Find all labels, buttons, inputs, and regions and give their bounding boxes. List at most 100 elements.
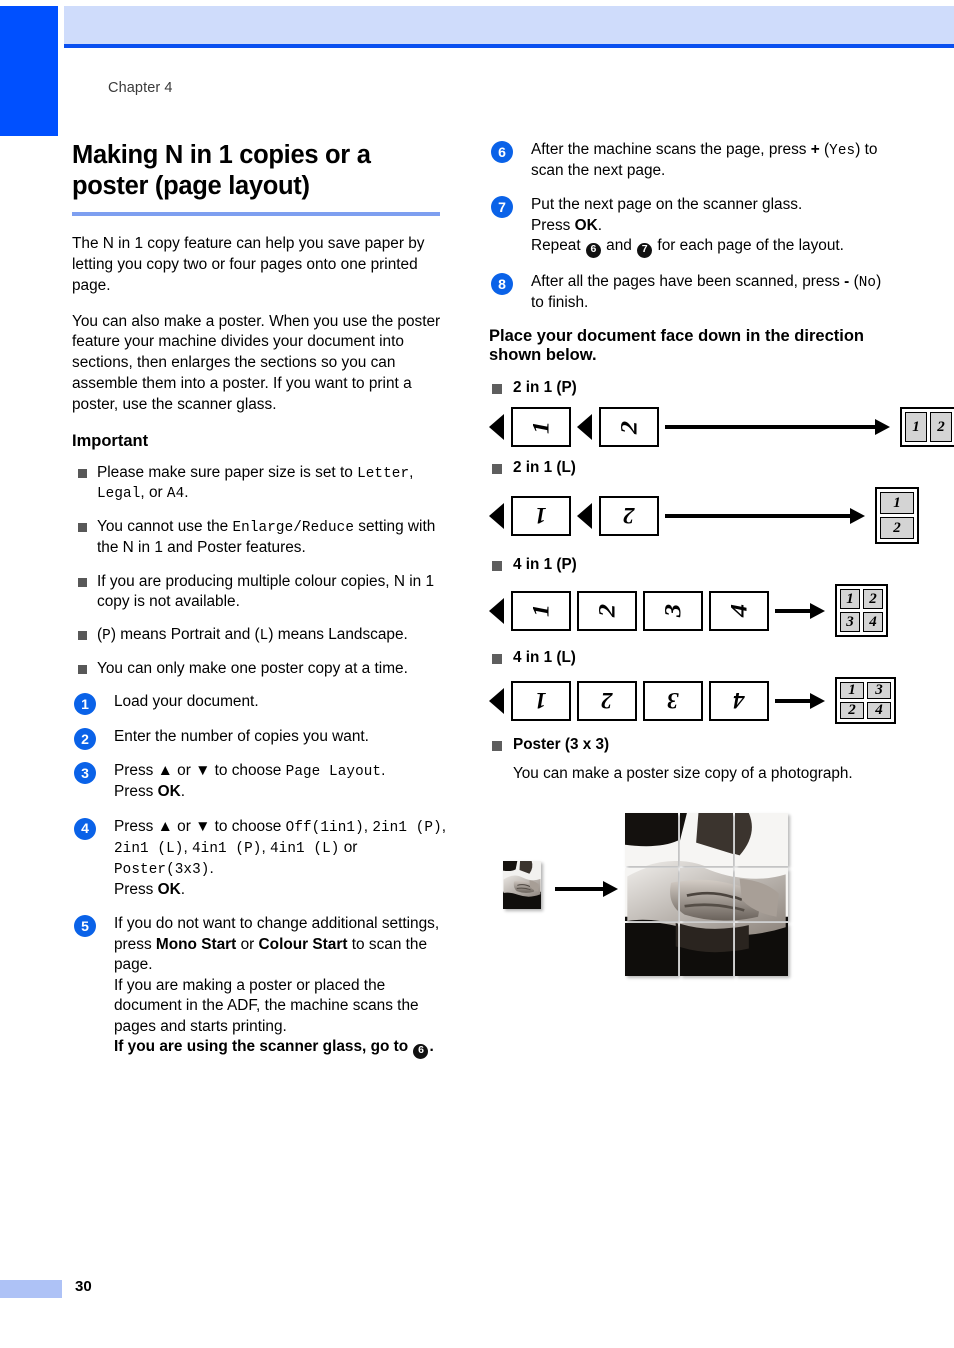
header-rule (64, 44, 954, 48)
poster-tile (680, 812, 733, 866)
important-bullet: (P) means Portrait and (L) means Landsca… (72, 625, 452, 646)
page-order-glyph: 1 (528, 420, 554, 435)
arrow-shaft (775, 608, 810, 613)
step-2: 2 Enter the number of copies you want. (72, 727, 452, 750)
layout-diagram: 12341324 (489, 677, 896, 725)
text: If you are making a poster or placed the… (114, 976, 419, 1035)
result-page-preview: 1324 (835, 677, 896, 725)
step-number-badge: 6 (491, 141, 513, 163)
result-cell: 2 (863, 589, 883, 610)
code-text: Enlarge/Reduce (232, 520, 355, 537)
step-5: 5 If you do not want to change additional… (72, 914, 452, 1059)
text: or (172, 817, 196, 835)
step-6: 6 After the machine scans the page, press… (489, 140, 889, 181)
code-text: 2in1 (P) (372, 819, 442, 836)
text: for each page of the layout. (653, 237, 844, 255)
text: or (172, 762, 196, 780)
source-page-thumbnail: 1 (511, 680, 571, 721)
poster-arrow (555, 880, 618, 897)
text: Press (114, 762, 158, 780)
text: ▲ (157, 762, 173, 780)
text: . (381, 762, 386, 780)
poster-tile-image (625, 867, 678, 921)
result-cell: 1 (880, 492, 914, 515)
layout-diagram: 1212 (489, 407, 954, 448)
layout-diagrams: 2 in 1 (P) 1 2 1 2 2 in 1 (L) 1 2 1 2 4 in 1 (P) 1 2… (489, 379, 954, 725)
source-page-thumbnail: 4 (709, 590, 769, 631)
poster-grid (625, 812, 791, 979)
step-text: Press ▲ or ▼ to choose Off(1in1), 2in1 (… (114, 818, 446, 898)
bold-text: OK (574, 216, 598, 234)
code-text: Legal (97, 486, 141, 503)
text: , (409, 463, 414, 481)
text: You can only make one poster copy at a t… (97, 660, 408, 678)
code-text: Yes (829, 143, 856, 159)
important-bullet: If you are producing multiple colour cop… (72, 572, 452, 613)
step-3: 3 Press ▲ or ▼ to choose Page Layout. Pres… (72, 761, 452, 802)
step-number-badge: 1 (74, 693, 96, 716)
text: ) means Portrait and ( (110, 626, 260, 644)
step-number-badge: 2 (74, 727, 96, 750)
text: You cannot use the (97, 518, 233, 536)
bold-text: OK (157, 880, 181, 898)
step-text: Load your document. (114, 693, 259, 710)
right-step-list: 6 After the machine scans the page, press… (489, 140, 889, 313)
step-1: 1 Load your document. (72, 692, 452, 716)
chapter-label: Chapter 4 (108, 80, 173, 96)
text: Please make sure paper size is set to (97, 463, 358, 481)
step-number-badge: 8 (491, 272, 513, 295)
result-cell: 3 (867, 682, 891, 700)
text: Press (114, 783, 158, 801)
text: to choose (210, 762, 286, 780)
layout-diagram: 1212 (489, 487, 919, 545)
placement-heading: Place your document face down in the dir… (489, 327, 864, 365)
text: . (184, 484, 189, 502)
code-text: Page Layout (285, 764, 382, 781)
feed-direction-triangle-icon (577, 502, 592, 529)
poster-tile-image (735, 922, 788, 976)
text: Load your document. (114, 693, 259, 711)
layout-diagram: 12341234 (489, 584, 889, 638)
text: ▲ (157, 817, 173, 835)
poster-tile (625, 922, 678, 976)
source-page-thumbnail: 1 (511, 407, 571, 448)
footer-bar (0, 1280, 62, 1298)
text: Enter the number of copies you want. (114, 727, 369, 745)
layout-label-2-in-1-l-: 2 in 1 (L) (489, 459, 889, 477)
result-page-preview: 12 (900, 407, 954, 448)
result-cell: 1 (840, 682, 864, 700)
step-number-badge: 7 (491, 196, 513, 219)
page-order-glyph: 4 (726, 604, 752, 618)
page-order-glyph: 1 (535, 503, 547, 529)
text: , (441, 817, 447, 835)
important-bullet: You cannot use the Enlarge/Reduce settin… (72, 517, 452, 558)
transform-arrow (665, 507, 865, 524)
feed-direction-triangle-icon (577, 414, 592, 441)
feed-direction-triangle-icon (489, 687, 504, 714)
result-cell: 3 (840, 612, 860, 633)
layout-label-2-in-1-p-: 2 in 1 (P) (489, 379, 889, 397)
text: If you are producing multiple colour cop… (97, 572, 435, 610)
transform-arrow (775, 602, 825, 619)
text: to choose (210, 817, 286, 835)
code-text: 4in1 (P) (192, 840, 262, 857)
important-bullet: You can only make one poster copy at a t… (72, 659, 452, 679)
page-order-glyph: 2 (594, 604, 620, 618)
inline-step-marker: 7 (637, 242, 653, 258)
important-bullet-list: Please make sure paper size is set to Le… (72, 463, 452, 680)
page-order-glyph: 3 (660, 604, 686, 618)
page-order-glyph: 4 (733, 688, 745, 714)
text: ▼ (195, 762, 211, 780)
feed-direction-triangle-icon (489, 597, 504, 624)
source-page-thumbnail: 2 (577, 590, 637, 631)
page-order-glyph: 2 (616, 420, 642, 435)
poster-tile-image (680, 812, 733, 866)
feed-direction-triangle-icon (489, 502, 504, 529)
poster-tile (735, 867, 788, 921)
poster-source-photo (503, 860, 541, 909)
text: ( (819, 141, 830, 158)
step-number-badge: 5 (74, 915, 96, 938)
transform-arrow (665, 419, 890, 436)
source-page-thumbnail: 1 (511, 590, 571, 631)
text: or (339, 838, 358, 856)
